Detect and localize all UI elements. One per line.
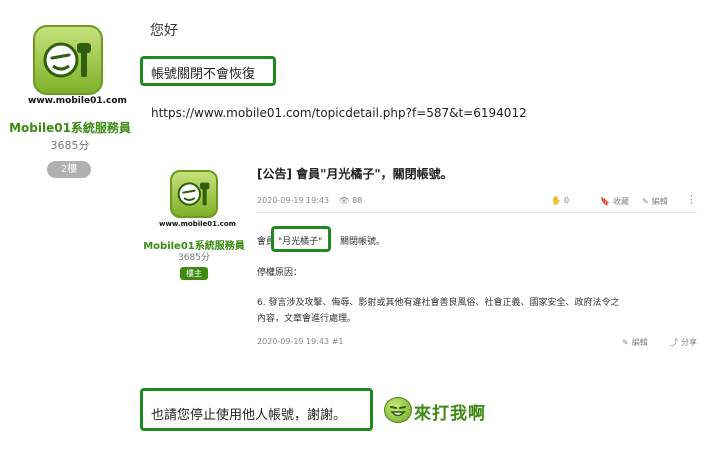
quote-footer-date[interactable]: 2020-09-19 19:43 #1 xyxy=(257,337,343,346)
quote-author-points: 3685分 xyxy=(178,253,210,263)
edit-button[interactable]: ✎ 編輯 xyxy=(642,196,668,207)
edit-label: 編輯 xyxy=(651,197,668,206)
pencil-icon: ✎ xyxy=(622,338,629,347)
body-suffix: 關閉帳號。 xyxy=(340,237,386,247)
likes-count: 0 xyxy=(563,196,570,205)
emoji-caption: 來打我啊 xyxy=(414,404,486,424)
quote-title[interactable]: [公告] 會員"月光橘子"，關閉帳號。 xyxy=(257,165,453,182)
highlight-text: 帳號關閉不會恢復 xyxy=(151,67,256,82)
author-name[interactable]: Mobile01系統服務員 xyxy=(0,119,140,136)
quote-views: 👁 88 xyxy=(339,196,362,205)
like-button[interactable]: ✋ 0 xyxy=(551,196,569,205)
grin-emoji-icon xyxy=(384,397,412,423)
divider xyxy=(257,212,697,213)
more-menu-icon[interactable]: ⋮ xyxy=(686,193,697,206)
logo-caption: www.mobile01.com xyxy=(28,96,127,106)
eye-icon: 👁 xyxy=(339,196,350,205)
pencil-icon: ✎ xyxy=(642,197,649,206)
bookmark-icon: 🔖 xyxy=(600,197,610,206)
share-button[interactable]: ⤴ 分享 xyxy=(670,337,697,348)
greeting-text: 您好 xyxy=(150,23,178,39)
share-label: 分享 xyxy=(681,338,697,347)
floor-badge[interactable]: 2樓 xyxy=(47,161,91,178)
original-poster-badge: 樓主 xyxy=(180,267,208,280)
share-icon: ⤴ xyxy=(670,338,678,347)
quote-author-logo-icon xyxy=(170,170,218,218)
mobile01-logo-icon xyxy=(33,25,103,95)
rule-line-2: 內容，文章會進行處理。 xyxy=(257,314,357,324)
reason-label: 停權原因： xyxy=(257,268,303,278)
rule-line-1: 6. 發言涉及攻擊、侮辱、影射或其他有違社會善良風俗、社會正義、國家安全、政府法… xyxy=(257,298,620,308)
views-count: 88 xyxy=(352,196,363,205)
footer-edit-button[interactable]: ✎ 編輯 xyxy=(622,337,648,348)
topic-link[interactable]: https://www.mobile01.com/topicdetail.php… xyxy=(151,106,527,120)
footer-edit-label: 編輯 xyxy=(631,338,648,347)
quote-logo-caption: www.mobile01.com xyxy=(159,220,236,228)
quote-date: 2020-09-19 19:43 xyxy=(257,196,330,205)
hand-icon: ✋ xyxy=(551,196,561,205)
author-points: 3685分 xyxy=(50,139,90,152)
favorite-button[interactable]: 🔖 收藏 xyxy=(600,196,629,207)
closing-text: 也請您停止使用他人帳號，謝謝。 xyxy=(151,408,347,423)
favorite-label: 收藏 xyxy=(612,197,629,206)
member-name: "月光橘子" xyxy=(278,237,323,247)
